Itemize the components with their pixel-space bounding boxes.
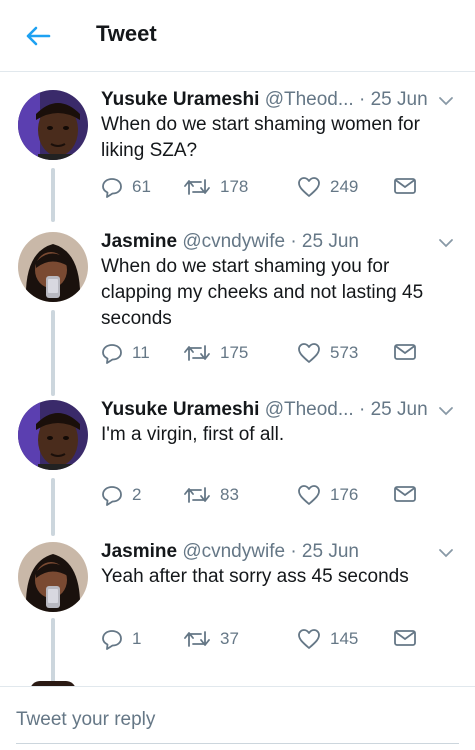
direct-message-button[interactable] [393, 628, 417, 648]
avatar[interactable] [18, 400, 88, 470]
avatar[interactable] [18, 90, 88, 160]
retweet-count: 83 [220, 485, 239, 504]
like-count: 176 [330, 485, 359, 504]
avatar[interactable] [18, 232, 88, 302]
like-button[interactable]: 176 [297, 484, 358, 506]
chevron-down-icon[interactable] [437, 92, 455, 110]
envelope-icon [394, 630, 416, 646]
tweet-text: When do we start shaming women for likin… [101, 114, 420, 161]
reply-count: 11 [132, 343, 150, 362]
thread-line [51, 168, 55, 222]
avatar[interactable] [18, 542, 88, 612]
user-handle[interactable]: @Theod... [265, 399, 354, 420]
user-handle[interactable]: @cvndywife [182, 231, 285, 252]
display-name[interactable]: Yusuke Urameshi [101, 399, 259, 420]
reply-button[interactable]: 61 [101, 176, 151, 198]
like-count: 573 [330, 343, 359, 362]
tweet-date: · 25 Jun [290, 231, 359, 252]
page-title: Tweet [96, 21, 157, 46]
thread-line [51, 618, 55, 686]
retweet-icon [184, 179, 210, 195]
heart-icon [298, 177, 320, 197]
reply-input[interactable]: Tweet your reply [16, 709, 155, 731]
reply-icon [102, 178, 122, 198]
like-button[interactable]: 573 [297, 342, 358, 364]
retweet-button[interactable]: 37 [183, 628, 239, 650]
thread-line [51, 310, 55, 396]
top-bar: Tweet [0, 0, 475, 72]
retweet-button[interactable]: 83 [183, 484, 239, 506]
user-handle[interactable]: @Theod... [265, 89, 354, 110]
direct-message-button[interactable] [393, 176, 417, 196]
retweet-icon [184, 345, 210, 361]
display-name[interactable]: Jasmine [101, 231, 177, 252]
retweet-count: 178 [220, 177, 249, 196]
tweet-date: · 25 Jun [358, 89, 428, 110]
reply-count: 61 [132, 177, 151, 196]
tweet-text: When do we start shaming you for clappin… [101, 256, 424, 329]
tweet-date: · 25 Jun [358, 399, 428, 420]
back-button[interactable] [22, 20, 54, 52]
reply-count: 2 [132, 485, 142, 504]
retweet-button[interactable]: 175 [183, 342, 248, 364]
heart-icon [298, 343, 320, 363]
tweet-text: Yeah after that sorry ass 45 seconds [101, 566, 409, 587]
reply-icon [102, 344, 122, 364]
reply-button[interactable]: 2 [101, 484, 141, 506]
tweet-date: · 25 Jun [290, 541, 359, 562]
reply-button[interactable]: 1 [101, 628, 141, 650]
retweet-button[interactable]: 178 [183, 176, 248, 198]
like-count: 249 [330, 177, 359, 196]
like-button[interactable]: 249 [297, 176, 358, 198]
envelope-icon [394, 178, 416, 194]
retweet-count: 37 [220, 629, 239, 648]
reply-composer: Tweet your reply [0, 686, 475, 750]
reply-button[interactable]: 11 [101, 342, 150, 364]
chevron-down-icon[interactable] [437, 234, 455, 252]
display-name[interactable]: Yusuke Urameshi [101, 89, 259, 110]
reply-icon [102, 486, 122, 506]
arrow-left-icon [26, 26, 51, 46]
reply-count: 1 [132, 629, 142, 648]
tweet-text: I'm a virgin, first of all. [101, 424, 285, 445]
retweet-icon [184, 631, 210, 647]
chevron-down-icon[interactable] [437, 544, 455, 562]
user-handle[interactable]: @cvndywife [182, 541, 285, 562]
heart-icon [298, 485, 320, 505]
retweet-count: 175 [220, 343, 249, 362]
divider [16, 743, 459, 744]
thread-line [51, 478, 55, 536]
envelope-icon [394, 486, 416, 502]
direct-message-button[interactable] [393, 484, 417, 504]
envelope-icon [394, 344, 416, 360]
chevron-down-icon[interactable] [437, 402, 455, 420]
retweet-icon [184, 487, 210, 503]
reply-icon [102, 630, 122, 650]
like-button[interactable]: 145 [297, 628, 358, 650]
heart-icon [298, 629, 320, 649]
display-name[interactable]: Jasmine [101, 541, 177, 562]
direct-message-button[interactable] [393, 342, 417, 362]
like-count: 145 [330, 629, 359, 648]
